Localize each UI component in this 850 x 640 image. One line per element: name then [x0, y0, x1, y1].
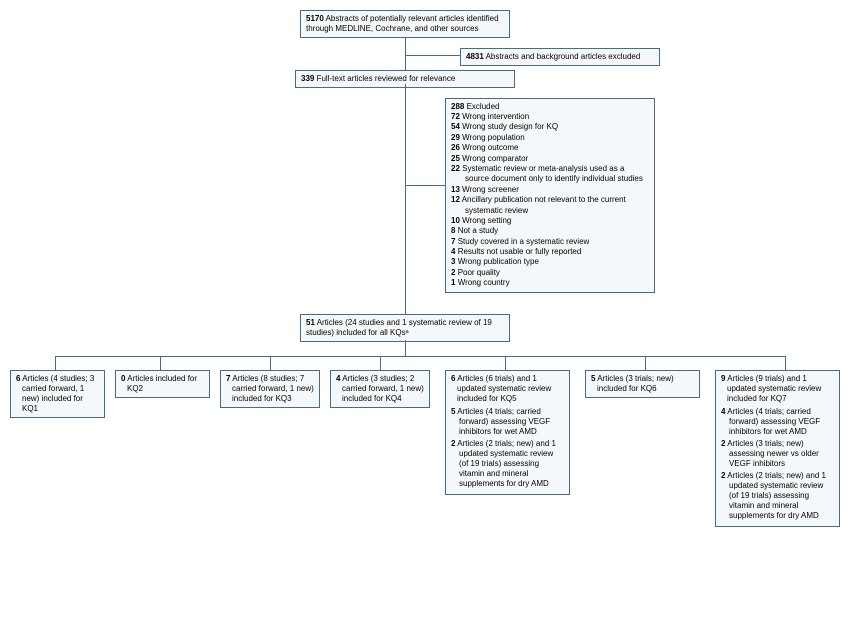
box-kq3: 7 Articles (8 studies; 7 carried forward… [220, 370, 320, 408]
box-kq4: 4 Articles (3 studies; 2 carried forward… [330, 370, 430, 408]
box-included-all: 51 Articles (24 studies and 1 systematic… [300, 314, 510, 342]
box-excluded-bg: 4831 Abstracts and background articles e… [460, 48, 660, 66]
box-kq5: 6 Articles (6 trials) and 1 updated syst… [445, 370, 570, 495]
excluded-bg-text: Abstracts and background articles exclud… [486, 52, 641, 61]
box-kq1: 6 Articles (4 studies; 3 carried forward… [10, 370, 105, 418]
excl-header-n: 288 [451, 102, 464, 111]
excl-header-text: Excluded [467, 102, 500, 111]
box-kq2: 0 Articles included for KQ2 [115, 370, 210, 398]
fulltext-n: 339 [301, 74, 314, 83]
included-text: Articles (24 studies and 1 systematic re… [306, 318, 492, 337]
box-abstracts: 5170 Abstracts of potentially relevant a… [300, 10, 510, 38]
box-kq7: 9 Articles (9 trials) and 1 updated syst… [715, 370, 840, 527]
box-excluded-reasons: 288 Excluded 72 Wrong intervention 54 Wr… [445, 98, 655, 293]
box-kq6: 5 Articles (3 trials; new) included for … [585, 370, 700, 398]
excluded-bg-n: 4831 [466, 52, 484, 61]
prisma-flowchart: 5170 Abstracts of potentially relevant a… [10, 10, 840, 630]
abstracts-text: Abstracts of potentially relevant articl… [306, 14, 499, 33]
abstracts-n: 5170 [306, 14, 324, 23]
fulltext-text: Full-text articles reviewed for relevanc… [317, 74, 456, 83]
included-n: 51 [306, 318, 315, 327]
excluded-list: 72 Wrong intervention 54 Wrong study des… [451, 112, 649, 289]
